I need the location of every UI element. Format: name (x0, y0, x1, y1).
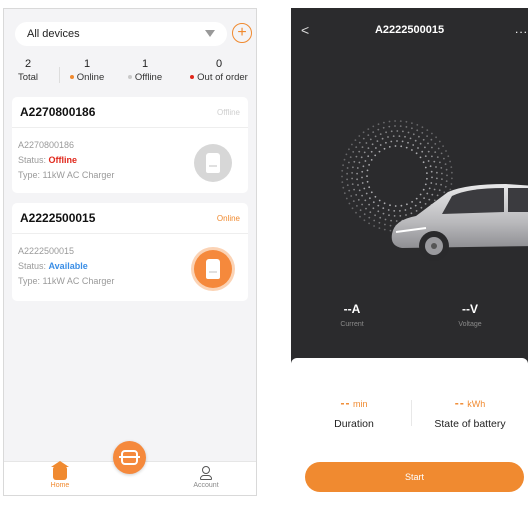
car-image (391, 184, 528, 261)
plus-icon: + (237, 24, 247, 41)
start-button[interactable]: Start (305, 462, 524, 492)
more-icon[interactable]: ... (515, 22, 528, 36)
screenshot: All devices + 2 Total 1 Online 1 Offline… (0, 0, 528, 506)
tab-label: Home (50, 482, 70, 489)
stat-label: Offline (134, 72, 163, 83)
divider (59, 67, 60, 83)
charger-icon (194, 250, 232, 288)
stat-label: Online (76, 72, 105, 83)
tab-account[interactable]: Account (186, 466, 226, 489)
device-status: Offline (48, 155, 78, 165)
scan-icon (119, 450, 140, 465)
stat-count: 1 (83, 58, 91, 70)
device-id: A2270800186 (20, 105, 96, 119)
device-card[interactable]: A2270800186 Offline A2270800186 Status: … (12, 97, 248, 193)
current-label: Current (340, 321, 364, 328)
out-of-order-dot-icon (190, 75, 195, 80)
stat-label: Out of order (197, 72, 248, 83)
device-card[interactable]: A2222500015 Online A2222500015 Status: A… (12, 203, 248, 301)
device-list-screen: All devices + 2 Total 1 Online 1 Offline… (3, 8, 257, 496)
stat-label: Total (17, 72, 39, 83)
online-dot-icon (69, 75, 74, 80)
home-icon (51, 461, 69, 480)
duration-unit: min (353, 399, 368, 409)
tab-label: Account (193, 482, 219, 489)
current-value: --A (343, 302, 361, 316)
voltage-value: --V (462, 302, 478, 316)
device-detail-screen: < A2222500015 ... --A Current --V Voltag… (291, 8, 528, 496)
device-filter-dropdown[interactable]: All devices (15, 22, 227, 46)
device-id: A2222500015 (20, 211, 96, 225)
battery-metric: -- kWh State of battery (415, 396, 525, 430)
duration-label: Duration (334, 418, 374, 430)
device-status: Available (48, 261, 88, 271)
page-title: A2222500015 (374, 24, 445, 36)
stat-count: 1 (141, 58, 149, 70)
scan-button[interactable] (113, 441, 146, 474)
battery-value: -- (454, 396, 465, 410)
status-tag: Offline (217, 107, 240, 117)
stat-total[interactable]: 2 Total (10, 57, 46, 85)
device-stats: 2 Total 1 Online 1 Offline 0 Out of orde… (4, 57, 256, 97)
status-tag: Online (216, 213, 240, 223)
offline-dot-icon (127, 75, 132, 80)
battery-label: State of battery (434, 418, 506, 430)
status-prefix: Status: (18, 155, 49, 165)
battery-unit: kWh (467, 399, 486, 409)
device-filter-value: All devices (27, 28, 80, 40)
account-icon (199, 466, 213, 480)
divider (411, 400, 412, 426)
duration-value: -- (340, 396, 351, 410)
stat-offline[interactable]: 1 Offline (120, 57, 170, 85)
tab-home[interactable]: Home (40, 461, 80, 489)
dropdown-caret-icon (205, 30, 215, 37)
current-reading: --A Current (307, 302, 397, 328)
header: < A2222500015 ... (291, 8, 528, 52)
charging-panel: -- min Duration -- kWh State of battery … (291, 358, 528, 496)
duration-metric: -- min Duration (299, 396, 409, 430)
charger-icon (194, 144, 232, 182)
stat-out-of-order[interactable]: 0 Out of order (182, 57, 256, 85)
stat-online[interactable]: 1 Online (64, 57, 110, 85)
voltage-label: Voltage (458, 321, 482, 328)
stat-count: 0 (215, 58, 223, 70)
stat-count: 2 (24, 58, 32, 70)
voltage-reading: --V Voltage (425, 302, 515, 328)
status-prefix: Status: (18, 261, 49, 271)
add-device-button[interactable]: + (232, 23, 252, 43)
